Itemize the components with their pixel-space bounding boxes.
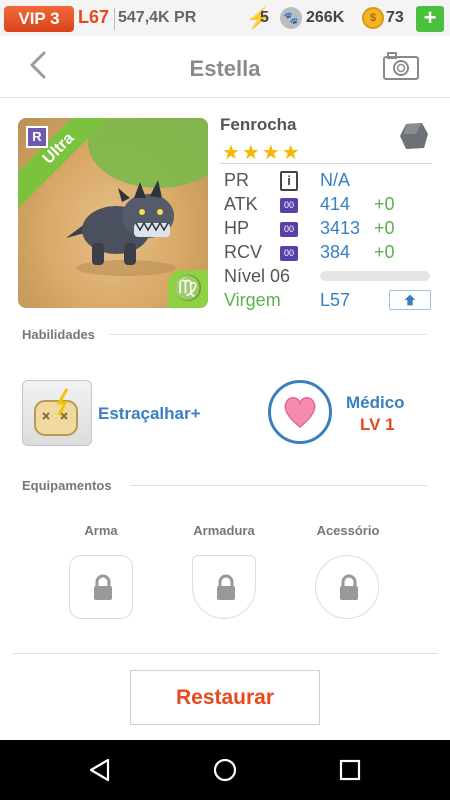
stat-type-icon: 00: [280, 222, 298, 237]
weapon-slot[interactable]: [69, 555, 133, 619]
zodiac-virgo-icon: ♍: [168, 270, 208, 308]
equip-label-weapon: Arma: [84, 523, 118, 538]
star-rating: ★★★★: [222, 142, 302, 164]
active-skill-name[interactable]: Estraçalhar+: [98, 404, 201, 424]
shattered-block-icon: [34, 388, 78, 436]
zodiac-name: Virgem: [224, 290, 281, 310]
nav-back-icon[interactable]: [88, 758, 112, 782]
nav-home-icon[interactable]: [213, 758, 237, 782]
rank-badge: R: [26, 126, 48, 148]
pet-portrait[interactable]: Ultra R ♍: [18, 118, 208, 308]
lock-icon: [340, 574, 358, 600]
equip-label-armor: Armadura: [193, 523, 255, 538]
pet-species-name: Fenrocha: [220, 115, 297, 134]
passive-skill-name[interactable]: Médico: [346, 393, 405, 413]
pet-creature-image: [66, 180, 176, 276]
stat-label: ATK: [224, 194, 258, 214]
rock-element-icon: [400, 123, 428, 149]
equipment-section-title: Equipamentos: [22, 478, 112, 493]
footer-divider: [12, 653, 438, 654]
equip-label-accessory: Acessório: [316, 523, 380, 538]
upgrade-arrow-button[interactable]: [389, 290, 431, 310]
lock-icon: [217, 574, 235, 600]
energy-count: 5: [260, 9, 269, 26]
top-status-bar: VIP 3 L67 547,4K PR ⚡ 5 🐾 266K $ 73 +: [0, 0, 450, 36]
stat-bonus: +0: [374, 194, 395, 214]
paw-count: 266K: [306, 9, 345, 26]
skills-section-title: Habilidades: [22, 327, 95, 342]
restore-button[interactable]: Restaurar: [130, 670, 320, 725]
page-header: Estella: [0, 36, 450, 98]
coin-icon: $: [362, 7, 384, 29]
stat-bonus: +0: [374, 242, 395, 262]
passive-skill-level: LV 1: [360, 415, 395, 434]
lock-icon: [94, 574, 112, 600]
stat-value: 384: [320, 242, 351, 262]
add-coins-button[interactable]: +: [416, 6, 444, 32]
stat-label: HP: [224, 218, 250, 238]
nav-recents-icon[interactable]: [338, 758, 362, 782]
camera-icon[interactable]: [382, 50, 420, 82]
section-divider: [130, 485, 428, 486]
stat-type-icon: 00: [280, 198, 298, 213]
name-divider: [220, 163, 432, 164]
level-progress-bar: [320, 271, 430, 281]
stat-value: 414: [320, 194, 351, 214]
stat-label: RCV: [224, 242, 263, 262]
stat-value: 3413: [320, 218, 361, 238]
info-icon[interactable]: i: [280, 171, 298, 191]
android-nav-bar: [0, 740, 450, 800]
section-divider: [108, 334, 428, 335]
coin-count: 73: [386, 9, 404, 26]
pet-level-label: Nível 06: [224, 266, 291, 286]
heart-icon: [284, 397, 316, 428]
paw-icon: 🐾: [280, 7, 302, 29]
armor-slot[interactable]: [192, 555, 256, 619]
status-divider: [114, 8, 115, 30]
stat-type-icon: 00: [280, 246, 298, 261]
vip-badge[interactable]: VIP 3: [4, 6, 74, 32]
stat-bonus: +0: [374, 218, 395, 238]
stat-value: N/A: [320, 170, 351, 190]
skill-passive-icon[interactable]: [268, 380, 332, 444]
player-level: L67: [78, 7, 110, 27]
accessory-slot[interactable]: [315, 555, 379, 619]
stat-label: PR: [224, 170, 250, 190]
skill-active-icon[interactable]: [22, 380, 92, 446]
zodiac-level: L57: [320, 290, 351, 310]
power-rating: 547,4K PR: [118, 9, 197, 26]
